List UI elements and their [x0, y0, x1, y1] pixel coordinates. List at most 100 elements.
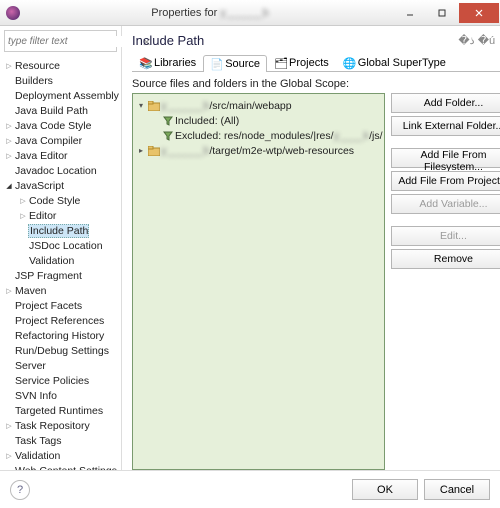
tab-label: Global SuperType	[358, 57, 446, 69]
filter-icon	[161, 116, 175, 126]
category-resource[interactable]: ▷Resource	[4, 58, 121, 73]
add-file-filesystem-button[interactable]: Add File From Filesystem...	[391, 148, 500, 168]
category-label: Editor	[28, 210, 56, 222]
category-label: Project References	[14, 315, 104, 327]
category-javadoc-location[interactable]: Javadoc Location	[4, 163, 121, 178]
twisty-icon[interactable]: ▷	[18, 197, 28, 205]
link-external-folder-button[interactable]: Link External Folder...	[391, 116, 500, 136]
twisty-icon[interactable]: ▷	[18, 212, 28, 220]
books-icon: 📚	[139, 57, 151, 69]
category-label: Java Code Style	[14, 120, 91, 132]
category-web-content-settings[interactable]: Web Content Settings	[4, 463, 121, 470]
twisty-icon[interactable]: ◢	[4, 182, 14, 190]
globe-icon: 🌐	[343, 57, 355, 69]
category-label: Targeted Runtimes	[14, 405, 103, 417]
category-code-style[interactable]: ▷Code Style	[4, 193, 121, 208]
eclipse-icon	[6, 6, 20, 20]
remove-button[interactable]: Remove	[391, 249, 500, 269]
category-jsp-fragment[interactable]: JSP Fragment	[4, 268, 121, 283]
category-label: Java Compiler	[14, 135, 82, 147]
category-panel: ✕ ▷ResourceBuildersDeployment AssemblyJa…	[0, 26, 122, 470]
category-svn-info[interactable]: SVN Info	[4, 388, 121, 403]
category-java-build-path[interactable]: Java Build Path	[4, 103, 121, 118]
category-targeted-runtimes[interactable]: Targeted Runtimes	[4, 403, 121, 418]
category-tree[interactable]: ▷ResourceBuildersDeployment AssemblyJava…	[0, 56, 121, 470]
back-button[interactable]: �ذ	[457, 32, 475, 48]
source-text: Excluded: res/node_modules/|res/y____k/j…	[175, 130, 382, 142]
tab-label: Projects	[289, 57, 329, 69]
source-tree[interactable]: ▾y______b/src/main/webapp Included: (All)…	[132, 93, 385, 470]
category-validation[interactable]: Validation	[4, 253, 121, 268]
button-column: Add Folder... Link External Folder... Ad…	[391, 93, 500, 470]
category-label: Deployment Assembly	[14, 90, 119, 102]
source-row[interactable]: Included: (All)	[135, 113, 382, 128]
category-java-code-style[interactable]: ▷Java Code Style	[4, 118, 121, 133]
ok-button[interactable]: OK	[352, 479, 418, 500]
window-title: Properties for y______b	[26, 7, 394, 19]
filter-icon	[161, 131, 175, 141]
category-task-tags[interactable]: Task Tags	[4, 433, 121, 448]
category-jsdoc-location[interactable]: JSDoc Location	[4, 238, 121, 253]
category-service-policies[interactable]: Service Policies	[4, 373, 121, 388]
tab-label: Source	[225, 58, 260, 70]
source-row[interactable]: ▸ y______b/target/m2e-wtp/web-resources	[135, 143, 382, 158]
category-label: Server	[14, 360, 46, 372]
scope-label: Source files and folders in the Global S…	[132, 78, 500, 90]
source-row[interactable]: ▾y______b/src/main/webapp	[135, 98, 382, 113]
tab-libraries[interactable]: 📚Libraries	[132, 54, 203, 71]
close-button[interactable]	[459, 3, 499, 23]
category-maven[interactable]: ▷Maven	[4, 283, 121, 298]
twisty-icon[interactable]: ▷	[4, 137, 14, 145]
filter-box[interactable]: ✕	[4, 30, 117, 52]
folder-icon	[147, 146, 161, 156]
category-include-path[interactable]: Include Path	[4, 223, 121, 238]
tab-source[interactable]: 📄Source	[203, 55, 267, 72]
page-panel: Include Path �ذ �ú ▾ 📚Libraries📄Source🗂P…	[122, 26, 500, 470]
category-label: Task Repository	[14, 420, 90, 432]
twisty-icon[interactable]: ▸	[135, 146, 147, 155]
page-title: Include Path	[132, 33, 455, 48]
category-label: Code Style	[28, 195, 80, 207]
twisty-icon[interactable]: ▷	[4, 152, 14, 160]
twisty-icon[interactable]: ▾	[135, 101, 147, 110]
category-label: Task Tags	[14, 435, 62, 447]
projects-icon: 🗂	[274, 57, 286, 69]
source-text: y______b/target/m2e-wtp/web-resources	[161, 145, 354, 157]
category-editor[interactable]: ▷Editor	[4, 208, 121, 223]
tab-global-supertype[interactable]: 🌐Global SuperType	[336, 54, 453, 71]
category-label: Java Editor	[14, 150, 68, 162]
category-validation[interactable]: ▷Validation	[4, 448, 121, 463]
twisty-icon[interactable]: ▷	[4, 287, 14, 295]
category-label: Javadoc Location	[14, 165, 97, 177]
source-text: Included: (All)	[175, 115, 239, 127]
category-project-references[interactable]: Project References	[4, 313, 121, 328]
edit-button[interactable]: Edit...	[391, 226, 500, 246]
forward-button[interactable]: �ú	[477, 32, 495, 48]
category-java-compiler[interactable]: ▷Java Compiler	[4, 133, 121, 148]
category-java-editor[interactable]: ▷Java Editor	[4, 148, 121, 163]
twisty-icon[interactable]: ▷	[4, 422, 14, 430]
category-javascript[interactable]: ◢JavaScript	[4, 178, 121, 193]
add-folder-button[interactable]: Add Folder...	[391, 93, 500, 113]
category-refactoring-history[interactable]: Refactoring History	[4, 328, 121, 343]
twisty-icon[interactable]: ▷	[4, 122, 14, 130]
category-label: JavaScript	[14, 180, 64, 192]
twisty-icon[interactable]: ▷	[4, 62, 14, 70]
cancel-button[interactable]: Cancel	[424, 479, 490, 500]
help-button[interactable]: ?	[10, 480, 30, 500]
category-deployment-assembly[interactable]: Deployment Assembly	[4, 88, 121, 103]
maximize-button[interactable]	[427, 3, 457, 23]
source-icon: 📄	[210, 58, 222, 70]
category-label: Project Facets	[14, 300, 82, 312]
add-file-project-button[interactable]: Add File From Project...	[391, 171, 500, 191]
minimize-button[interactable]	[395, 3, 425, 23]
category-server[interactable]: Server	[4, 358, 121, 373]
category-project-facets[interactable]: Project Facets	[4, 298, 121, 313]
category-task-repository[interactable]: ▷Task Repository	[4, 418, 121, 433]
category-builders[interactable]: Builders	[4, 73, 121, 88]
add-variable-button[interactable]: Add Variable...	[391, 194, 500, 214]
tab-projects[interactable]: 🗂Projects	[267, 54, 336, 71]
source-row[interactable]: Excluded: res/node_modules/|res/y____k/j…	[135, 128, 382, 143]
twisty-icon[interactable]: ▷	[4, 452, 14, 460]
category-run-debug-settings[interactable]: Run/Debug Settings	[4, 343, 121, 358]
